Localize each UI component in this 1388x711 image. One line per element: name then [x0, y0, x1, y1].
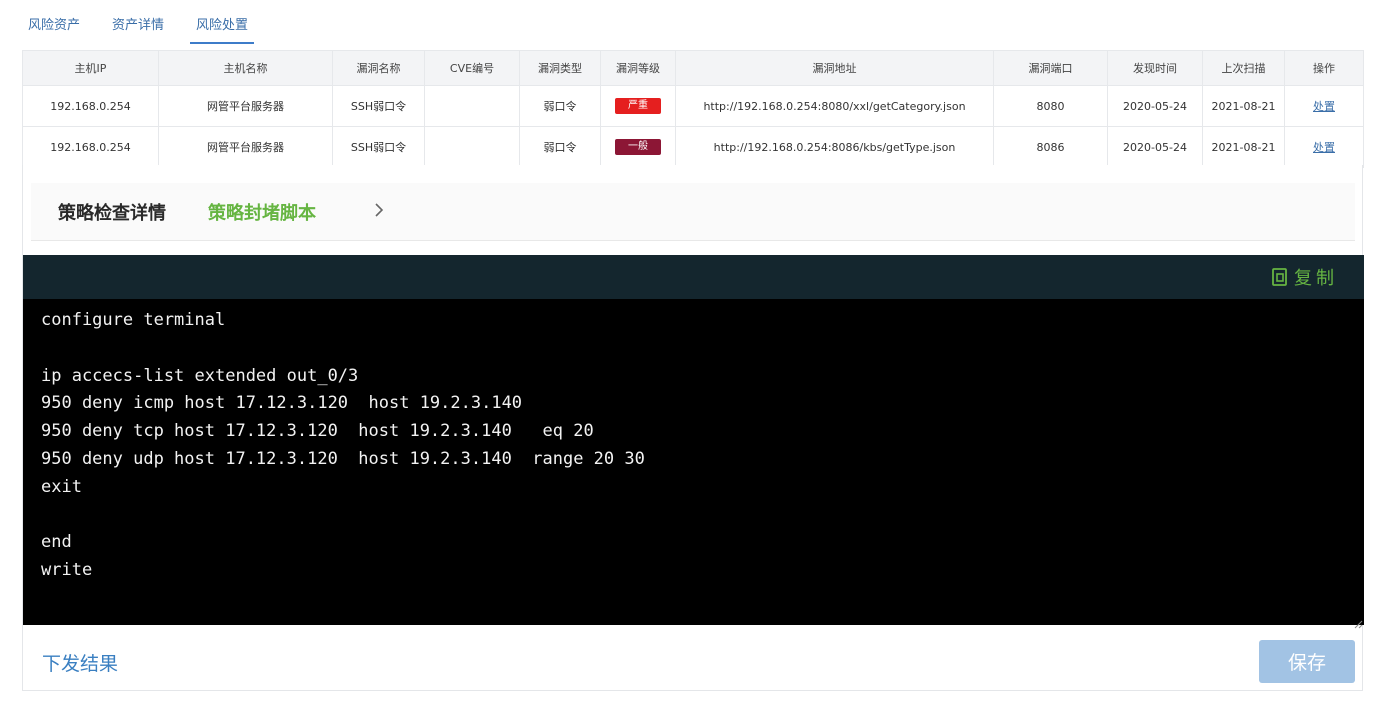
cell-vuln-type: 弱口令 — [519, 126, 601, 168]
cell-cve — [424, 85, 520, 127]
cell-last-scan: 2021-08-21 — [1202, 85, 1285, 127]
column-header-host-name: 主机名称 — [158, 50, 333, 86]
severity-badge: 一般 — [615, 139, 661, 155]
column-header-vuln-name: 漏洞名称 — [332, 50, 425, 86]
cell-vuln-address: http://192.168.0.254:8086/kbs/getType.js… — [675, 126, 994, 168]
save-button[interactable]: 保存 — [1259, 640, 1355, 683]
cell-found-time: 2020-05-24 — [1107, 126, 1203, 168]
cell-action: 处置 — [1284, 126, 1364, 168]
cell-vuln-name: SSH弱口令 — [332, 85, 425, 127]
cell-host-name: 网管平台服务器 — [158, 126, 333, 168]
script-editor[interactable]: 复制 configure terminal ip accecs-list ext… — [23, 255, 1364, 629]
policy-subheader: 策略检查详情 策略封堵脚本 — [31, 183, 1355, 241]
handle-link[interactable]: 处置 — [1313, 141, 1335, 154]
resize-handle-icon[interactable] — [1353, 614, 1363, 629]
column-header-vuln-address: 漏洞地址 — [675, 50, 994, 86]
policy-script-tab[interactable]: 策略封堵脚本 — [208, 199, 316, 225]
policy-check-title: 策略检查详情 — [58, 203, 166, 224]
tab-asset-details[interactable]: 资产详情 — [106, 12, 170, 42]
copy-button[interactable]: 复制 — [1270, 265, 1338, 289]
tab-risk-assets[interactable]: 风险资产 — [22, 12, 86, 42]
table-row: 192.168.0.254 网管平台服务器 SSH弱口令 弱口令 一般 http… — [22, 126, 1364, 168]
script-code[interactable]: configure terminal ip accecs-list extend… — [23, 299, 1364, 615]
column-header-found-time: 发现时间 — [1107, 50, 1203, 86]
cell-vuln-level: 一般 — [600, 126, 676, 168]
column-header-last-scan: 上次扫描 — [1202, 50, 1285, 86]
policy-panel: 策略检查详情 策略封堵脚本 复制 configure terminal ip a… — [22, 165, 1364, 691]
cell-host-ip: 192.168.0.254 — [22, 126, 159, 168]
cell-vuln-type: 弱口令 — [519, 85, 601, 127]
column-header-vuln-level: 漏洞等级 — [600, 50, 676, 86]
severity-badge: 严重 — [615, 98, 661, 114]
cell-vuln-port: 8086 — [993, 126, 1108, 168]
column-header-action: 操作 — [1284, 50, 1364, 86]
handle-link[interactable]: 处置 — [1313, 100, 1335, 113]
column-header-cve: CVE编号 — [424, 50, 520, 86]
tab-risk-handling[interactable]: 风险处置 — [190, 12, 255, 44]
column-header-vuln-type: 漏洞类型 — [519, 50, 601, 86]
vulnerability-table: 主机IP 主机名称 漏洞名称 CVE编号 漏洞类型 漏洞等级 漏洞地址 漏洞端口… — [22, 50, 1364, 168]
copy-label: 复制 — [1294, 268, 1338, 289]
column-header-vuln-port: 漏洞端口 — [993, 50, 1108, 86]
column-header-host-ip: 主机IP — [22, 50, 159, 86]
cell-vuln-address: http://192.168.0.254:8080/xxl/getCategor… — [675, 85, 994, 127]
table-header-row: 主机IP 主机名称 漏洞名称 CVE编号 漏洞类型 漏洞等级 漏洞地址 漏洞端口… — [22, 50, 1364, 86]
cell-last-scan: 2021-08-21 — [1202, 126, 1285, 168]
tab-bar: 风险资产 资产详情 风险处置 — [22, 12, 274, 44]
cell-cve — [424, 126, 520, 168]
table-row: 192.168.0.254 网管平台服务器 SSH弱口令 弱口令 严重 http… — [22, 85, 1364, 127]
script-toolbar: 复制 — [23, 255, 1364, 299]
cell-found-time: 2020-05-24 — [1107, 85, 1203, 127]
cell-action: 处置 — [1284, 85, 1364, 127]
cell-host-ip: 192.168.0.254 — [22, 85, 159, 127]
cell-vuln-level: 严重 — [600, 85, 676, 127]
cell-vuln-port: 8080 — [993, 85, 1108, 127]
chevron-right-icon[interactable] — [369, 200, 389, 220]
cell-host-name: 网管平台服务器 — [158, 85, 333, 127]
copy-icon — [1270, 267, 1290, 287]
dispatch-result-link[interactable]: 下发结果 — [42, 649, 118, 676]
cell-vuln-name: SSH弱口令 — [332, 126, 425, 168]
